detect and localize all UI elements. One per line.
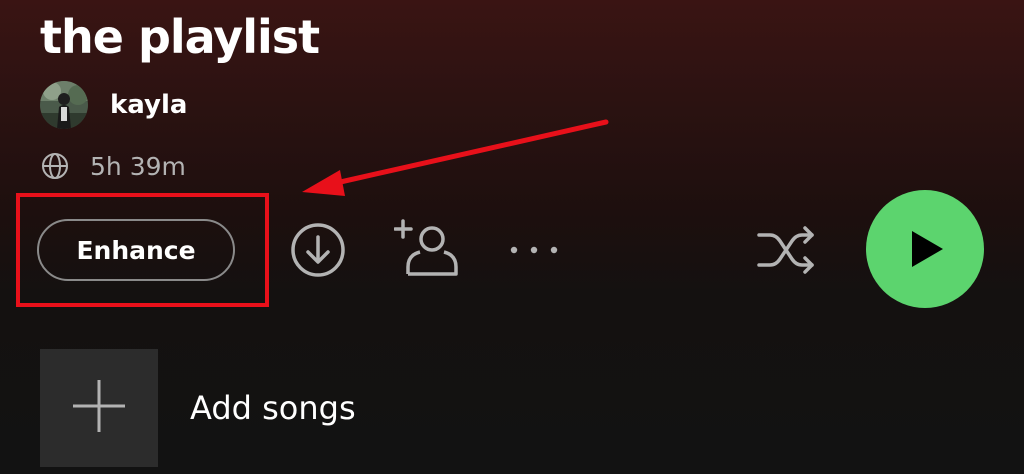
more-options-icon: [508, 238, 560, 262]
play-button[interactable]: [866, 190, 984, 308]
plus-icon: [71, 378, 127, 438]
playlist-meta: 5h 39m: [40, 148, 186, 184]
play-icon: [903, 227, 947, 271]
add-collaborator-button[interactable]: [394, 218, 458, 278]
add-songs-row[interactable]: Add songs: [40, 348, 356, 468]
playlist-title: the playlist: [40, 10, 320, 64]
globe-icon: [40, 151, 70, 181]
shuffle-icon: [756, 224, 818, 276]
playlist-duration: 5h 39m: [90, 151, 186, 181]
shuffle-button[interactable]: [756, 224, 818, 276]
playlist-owner[interactable]: kayla: [40, 80, 187, 130]
more-options-button[interactable]: [508, 238, 560, 262]
download-icon: [290, 222, 346, 278]
avatar[interactable]: [40, 81, 88, 129]
enhance-button[interactable]: Enhance: [37, 219, 235, 281]
add-user-icon: [394, 218, 458, 278]
owner-name[interactable]: kayla: [110, 90, 187, 120]
add-songs-tile[interactable]: [40, 349, 158, 467]
download-button[interactable]: [290, 222, 346, 278]
add-songs-label[interactable]: Add songs: [190, 389, 356, 427]
